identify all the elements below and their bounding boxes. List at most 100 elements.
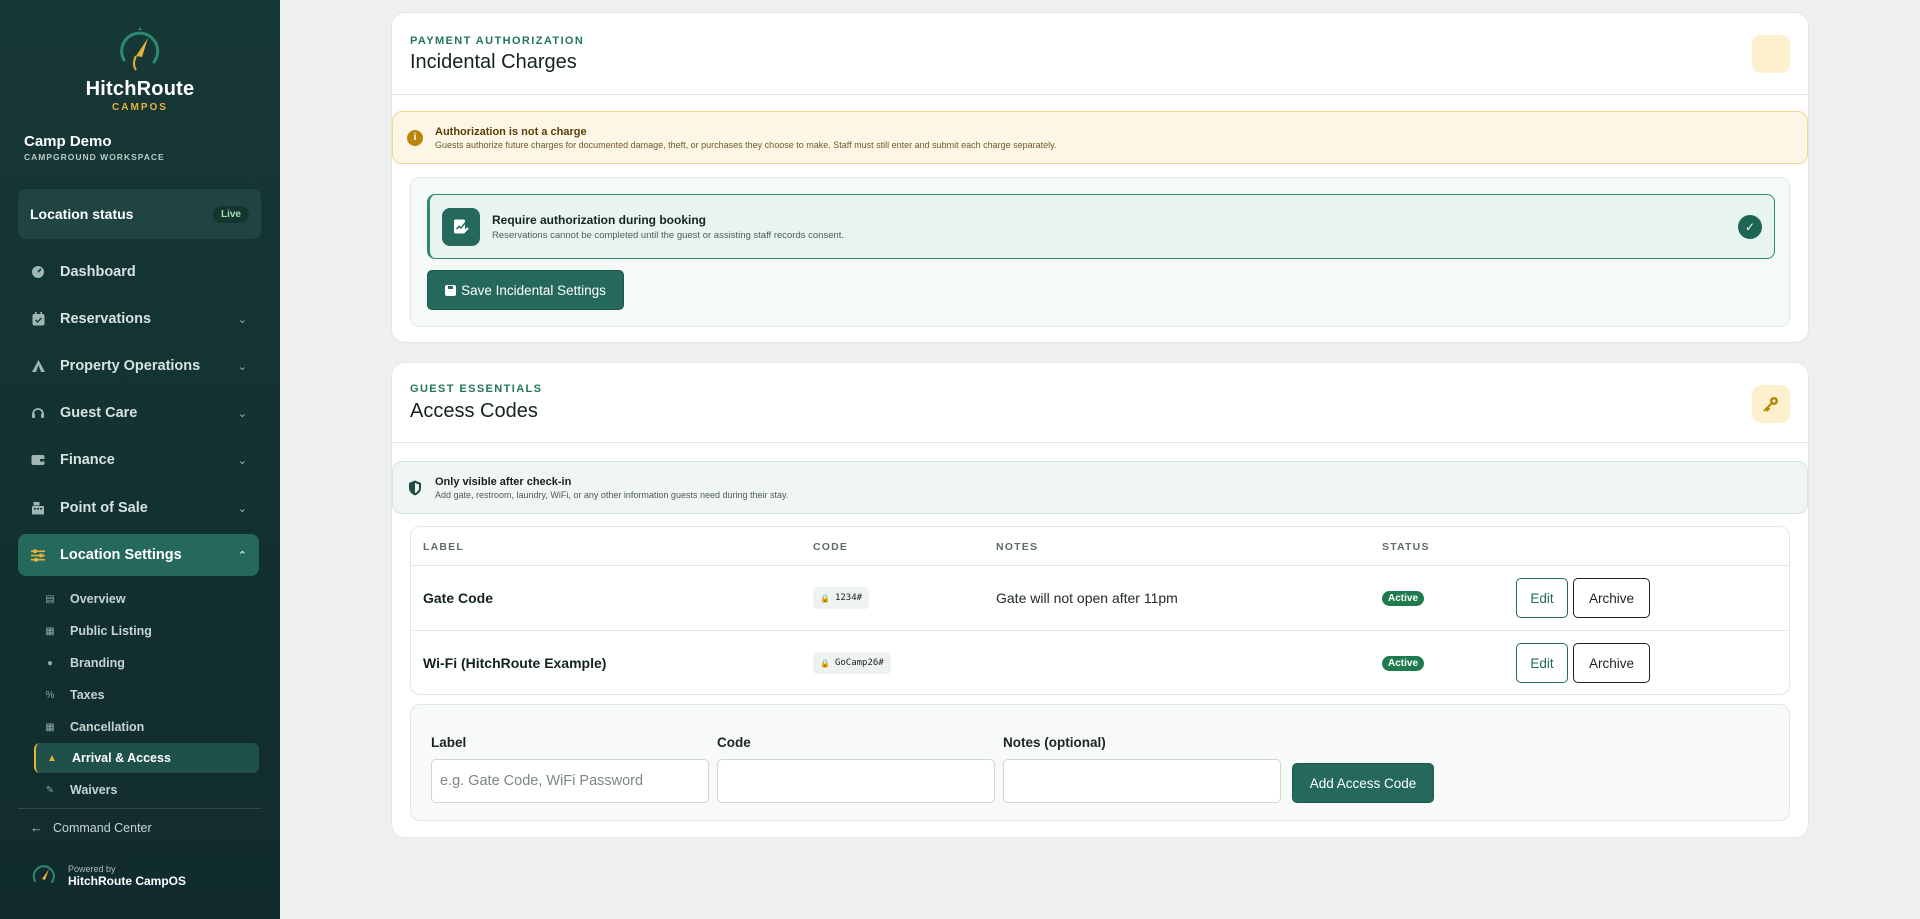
card-divider bbox=[392, 442, 1808, 443]
status-badge: Active bbox=[1382, 591, 1425, 606]
lock-icon: 🔒 bbox=[820, 658, 830, 668]
palette-icon: ● bbox=[46, 657, 54, 669]
nav-label: Reservations bbox=[60, 311, 152, 327]
brand-subtitle: CAMPOS bbox=[112, 102, 168, 113]
chevron-down-icon: ⌄ bbox=[237, 454, 247, 467]
command-center-link[interactable]: ← Command Center bbox=[30, 820, 152, 835]
brand-logo: HitchRoute CAMPOS bbox=[0, 26, 280, 113]
shield-icon bbox=[407, 480, 423, 496]
save-button-label: Save Incidental Settings bbox=[461, 282, 606, 298]
sliders-icon bbox=[30, 547, 46, 563]
code-input[interactable] bbox=[717, 759, 995, 803]
subnav-waivers[interactable]: ✎ Waivers bbox=[34, 775, 259, 805]
nav-label: Property Operations bbox=[60, 358, 201, 374]
subnav-branding[interactable]: ● Branding bbox=[34, 648, 259, 678]
chevron-down-icon: ⌄ bbox=[237, 407, 247, 420]
powered-by-brand: HitchRoute CampOS bbox=[68, 874, 187, 888]
row-label: Wi-Fi (HitchRoute Example) bbox=[423, 655, 607, 671]
row-notes: Gate will not open after 11pm bbox=[996, 590, 1178, 606]
nav-point-of-sale[interactable]: Point of Sale ⌄ bbox=[18, 487, 259, 529]
access-title: Access Codes bbox=[410, 400, 538, 422]
table-row: Gate Code 🔒 1234# Gate will not open aft… bbox=[411, 566, 1789, 631]
add-access-code-form: Label Code Notes (optional) Add Access C… bbox=[410, 704, 1790, 821]
code-pill: 🔒 GoCamp26# bbox=[813, 652, 891, 674]
incidental-charges-card: PAYMENT AUTHORIZATION Incidental Charges… bbox=[391, 12, 1809, 343]
save-icon bbox=[445, 284, 457, 296]
edit-button[interactable]: Edit bbox=[1516, 578, 1568, 618]
column-header-label: LABEL bbox=[423, 541, 464, 553]
percent-icon: % bbox=[45, 689, 55, 701]
callout-body: Add gate, restroom, laundry, WiFi, or an… bbox=[435, 489, 789, 500]
subnav-cancellation[interactable]: ▦ Cancellation bbox=[34, 712, 259, 742]
camp-name: Camp Demo bbox=[24, 133, 112, 150]
row-label: Gate Code bbox=[423, 590, 494, 606]
nav-label: Point of Sale bbox=[60, 500, 148, 516]
subnav-label: Arrival & Access bbox=[72, 751, 171, 765]
sidebar: HitchRoute CAMPOS Camp Demo CAMPGROUND W… bbox=[0, 0, 280, 919]
subnav-label: Branding bbox=[70, 656, 125, 670]
callout-title: Authorization is not a charge bbox=[435, 125, 587, 138]
subnav-public-listing[interactable]: ▦ Public Listing bbox=[34, 616, 259, 646]
column-header-status: STATUS bbox=[1382, 541, 1430, 553]
wallet-icon bbox=[30, 452, 46, 468]
chevron-down-icon: ⌄ bbox=[237, 502, 247, 515]
nav-reservations[interactable]: Reservations ⌄ bbox=[18, 298, 259, 340]
code-field-title: Code bbox=[717, 735, 751, 750]
nav-finance[interactable]: Finance ⌄ bbox=[18, 439, 259, 481]
incidental-title: Incidental Charges bbox=[410, 51, 577, 73]
subnav-label: Taxes bbox=[70, 688, 105, 702]
lock-icon: 🔒 bbox=[820, 593, 830, 603]
powered-by-label: Powered by bbox=[68, 864, 116, 874]
overview-icon: ▤ bbox=[45, 593, 55, 605]
save-incidental-settings-button[interactable]: Save Incidental Settings bbox=[427, 270, 624, 310]
require-title: Require authorization during booking bbox=[492, 212, 706, 227]
edit-button[interactable]: Edit bbox=[1516, 643, 1568, 683]
subnav-label: Public Listing bbox=[70, 624, 152, 638]
nav-dashboard[interactable]: Dashboard bbox=[18, 251, 259, 293]
nav-label: Finance bbox=[60, 452, 115, 468]
add-access-code-button[interactable]: Add Access Code bbox=[1292, 763, 1434, 803]
subnav-overview[interactable]: ▤ Overview bbox=[34, 584, 259, 614]
access-codes-card: GUEST ESSENTIALS Access Codes Only visib… bbox=[391, 362, 1809, 838]
code-value: GoCamp26# bbox=[834, 658, 884, 668]
nav-property-operations[interactable]: Property Operations ⌄ bbox=[18, 345, 259, 387]
sidebar-divider bbox=[18, 808, 261, 809]
access-eyebrow: GUEST ESSENTIALS bbox=[410, 383, 543, 395]
command-center-label: Command Center bbox=[53, 820, 152, 835]
callout-body: Guests authorize future charges for docu… bbox=[435, 139, 1057, 150]
require-subtitle: Reservations cannot be completed until t… bbox=[492, 229, 845, 241]
tent-icon bbox=[30, 358, 46, 374]
gauge-icon bbox=[30, 264, 46, 280]
authorization-callout: i Authorization is not a charge Guests a… bbox=[392, 111, 1808, 164]
incidental-eyebrow: PAYMENT AUTHORIZATION bbox=[410, 35, 585, 47]
location-status[interactable]: Location status Live bbox=[18, 189, 261, 239]
nav-guest-care[interactable]: Guest Care ⌄ bbox=[18, 392, 259, 434]
table-header: LABEL CODE NOTES STATUS bbox=[411, 527, 1789, 566]
nav-label: Dashboard bbox=[60, 264, 136, 280]
headset-icon bbox=[30, 405, 46, 421]
require-authorization-toggle[interactable]: Require authorization during booking Res… bbox=[427, 194, 1775, 259]
card-divider bbox=[392, 94, 1808, 95]
info-icon: i bbox=[407, 129, 423, 146]
table-row: Wi-Fi (HitchRoute Example) 🔒 GoCamp26# A… bbox=[411, 631, 1789, 694]
label-input[interactable] bbox=[431, 759, 709, 803]
register-icon bbox=[30, 500, 46, 516]
notes-input[interactable] bbox=[1003, 759, 1281, 803]
notes-field-title: Notes (optional) bbox=[1003, 735, 1106, 750]
chevron-down-icon: ⌄ bbox=[237, 313, 247, 326]
arrow-left-icon: ← bbox=[30, 820, 43, 835]
cancel-calendar-icon: ▦ bbox=[45, 721, 55, 733]
key-badge bbox=[1752, 385, 1790, 423]
brand-name: HitchRoute bbox=[85, 78, 195, 100]
nav-label: Location Settings bbox=[60, 547, 182, 563]
status-badge: Active bbox=[1382, 656, 1425, 671]
checkmark-icon[interactable]: ✓ bbox=[1738, 215, 1762, 239]
archive-button[interactable]: Archive bbox=[1573, 643, 1650, 683]
nav-location-settings[interactable]: Location Settings ⌃ bbox=[18, 534, 259, 576]
subnav-taxes[interactable]: % Taxes bbox=[34, 680, 259, 710]
subnav-arrival-access[interactable]: ▲ Arrival & Access bbox=[34, 743, 259, 773]
access-codes-table: LABEL CODE NOTES STATUS Gate Code 🔒 1234… bbox=[410, 526, 1790, 695]
archive-button[interactable]: Archive bbox=[1573, 578, 1650, 618]
location-status-label: Location status bbox=[30, 206, 134, 222]
code-pill: 🔒 1234# bbox=[813, 587, 870, 609]
